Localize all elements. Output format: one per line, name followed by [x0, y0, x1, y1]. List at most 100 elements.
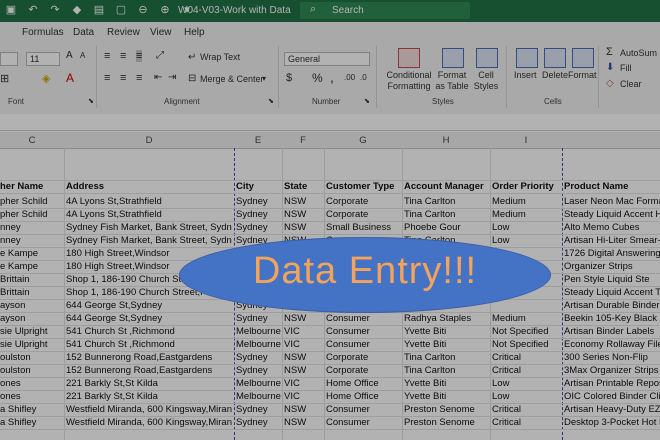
cell-customer-type[interactable]: Corporate — [326, 196, 400, 207]
wrap-text-button[interactable]: Wrap Text — [200, 52, 240, 62]
cell-account-manager[interactable]: Tina Carlton — [404, 196, 488, 207]
cell-customer-name[interactable]: a Shifley — [0, 417, 62, 428]
tab-review[interactable]: Review — [107, 27, 140, 38]
alignment-dialog-icon[interactable]: ⬊ — [268, 97, 274, 105]
delete-button[interactable]: Delete — [542, 70, 568, 80]
cell-address[interactable]: Sydney Fish Market, Bank Street, Sydney — [66, 235, 232, 246]
cell-product-name[interactable]: OIC Colored Binder Clips — [564, 391, 660, 402]
chevron-down-icon[interactable]: ▾ — [262, 74, 266, 83]
cell-city[interactable]: Sydney — [236, 209, 281, 220]
cell-customer-type[interactable]: Corporate — [326, 209, 400, 220]
cell-order-priority[interactable]: Low — [492, 222, 560, 233]
cell-customer-name[interactable]: ones — [0, 391, 62, 402]
align-left-icon[interactable]: ≡ — [104, 72, 110, 84]
wrap-text-icon[interactable]: ↵ — [188, 52, 196, 63]
cell-customer-type[interactable]: Consumer — [326, 404, 400, 415]
align-middle-icon[interactable]: ≡ — [120, 50, 126, 62]
cell-account-manager[interactable]: Radhya Staples — [404, 313, 488, 324]
cell-order-priority[interactable]: Medium — [492, 209, 560, 220]
cell-order-priority[interactable]: Not Specified — [492, 339, 560, 350]
delete-cells-icon[interactable] — [544, 48, 566, 68]
back-icon[interactable]: ⊖ — [136, 3, 150, 16]
cell-product-name[interactable]: Steady Liquid Accent Hig — [564, 209, 660, 220]
cell-account-manager[interactable]: Tina Carlton — [404, 352, 488, 363]
cell-product-name[interactable]: Artisan Binder Labels — [564, 326, 660, 337]
shrink-font-icon[interactable]: A — [80, 51, 85, 60]
header-customer-name[interactable]: her Name — [0, 181, 62, 192]
column-header-g[interactable]: G — [324, 135, 402, 146]
insert-cells-icon[interactable] — [516, 48, 538, 68]
cell-customer-name[interactable]: Brittain — [0, 287, 62, 298]
decrease-indent-icon[interactable]: ⇤ — [154, 72, 162, 83]
conditional-formatting-icon[interactable] — [398, 48, 420, 68]
cell-order-priority[interactable]: Not Specified — [492, 326, 560, 337]
clear-icon[interactable]: ◇ — [606, 78, 614, 89]
format-as-table-button[interactable]: Format as Table — [432, 70, 472, 92]
cell-customer-name[interactable]: e Kampe — [0, 261, 62, 272]
font-size-box[interactable]: 11 — [26, 52, 60, 66]
number-dialog-icon[interactable]: ⬊ — [364, 97, 370, 105]
cell-product-name[interactable]: Beekin 105-Key Black Ke — [564, 313, 660, 324]
forward-icon[interactable]: ⊕ — [158, 3, 172, 16]
cell-customer-name[interactable]: sie Ulpright — [0, 339, 62, 350]
cell-account-manager[interactable]: Preston Senome — [404, 417, 488, 428]
column-header-e[interactable]: E — [234, 135, 282, 146]
percent-icon[interactable]: % — [312, 71, 323, 85]
cell-customer-type[interactable]: Consumer — [326, 417, 400, 428]
cell-address[interactable]: 4A Lyons St,Strathfield — [66, 196, 232, 207]
cell-city[interactable]: Melbourne — [236, 326, 281, 337]
cell-product-name[interactable]: Pen Style Liquid Ste — [564, 274, 660, 285]
header-customer-type[interactable]: Customer Type — [326, 181, 400, 192]
cell-product-name[interactable]: Alto Memo Cubes — [564, 222, 660, 233]
cell-order-priority[interactable]: Critical — [492, 365, 560, 376]
grow-font-icon[interactable]: A — [66, 50, 73, 61]
cell-account-manager[interactable]: Yvette Biti — [404, 339, 488, 350]
borders-icon[interactable]: ⊞ — [0, 72, 9, 85]
merge-icon[interactable]: ⊟ — [188, 73, 196, 84]
cell-product-name[interactable]: Steady Liquid Accent Tan — [564, 287, 660, 298]
cell-customer-name[interactable]: nney — [0, 222, 62, 233]
cell-address[interactable]: 221 Barkly St,St Kilda — [66, 378, 232, 389]
cell-customer-name[interactable]: pher Schild — [0, 209, 62, 220]
header-city[interactable]: City — [236, 181, 281, 192]
header-address[interactable]: Address — [66, 181, 232, 192]
cell-city[interactable]: Sydney — [236, 365, 281, 376]
font-dialog-icon[interactable]: ⬊ — [88, 97, 94, 105]
cell-state[interactable]: NSW — [284, 209, 322, 220]
cell-state[interactable]: NSW — [284, 196, 322, 207]
align-bottom-icon[interactable]: ≡ — [136, 50, 143, 62]
cell-address[interactable]: 152 Bunnerong Road,Eastgardens — [66, 352, 232, 363]
cell-customer-name[interactable]: pher Schild — [0, 196, 62, 207]
column-header-f[interactable]: F — [282, 135, 324, 146]
increase-decimal-icon[interactable]: .00 — [344, 73, 355, 82]
cell-city[interactable]: Melbourne — [236, 339, 281, 350]
cell-order-priority[interactable]: Low — [492, 235, 560, 246]
align-top-icon[interactable]: ≡ — [104, 50, 110, 62]
number-format-box[interactable]: General — [284, 52, 370, 66]
tab-help[interactable]: Help — [184, 27, 205, 38]
cell-address[interactable]: 152 Bunnerong Road,Eastgardens — [66, 365, 232, 376]
cell-state[interactable]: NSW — [284, 404, 322, 415]
format-button[interactable]: Format — [568, 70, 597, 80]
cell-order-priority[interactable]: Low — [492, 378, 560, 389]
format-icon[interactable]: ▤ — [92, 3, 106, 16]
cell-product-name[interactable]: Artisan Durable Binders — [564, 300, 660, 311]
cell-customer-name[interactable]: ones — [0, 378, 62, 389]
cell-state[interactable]: NSW — [284, 313, 322, 324]
cell-city[interactable]: Sydney — [236, 196, 281, 207]
cell-customer-type[interactable]: Consumer — [326, 313, 400, 324]
cell-product-name[interactable]: Artisan Hi-Liter Smear-Sa — [564, 235, 660, 246]
cell-product-name[interactable]: Organizer Strips — [564, 261, 660, 272]
cell-product-name[interactable]: 1726 Digital Answering M — [564, 248, 660, 259]
cell-customer-name[interactable]: a Shifley — [0, 404, 62, 415]
cell-state[interactable]: NSW — [284, 417, 322, 428]
cell-customer-name[interactable]: Brittain — [0, 274, 62, 285]
cell-state[interactable]: VIC — [284, 326, 322, 337]
cell-styles-button[interactable]: Cell Styles — [470, 70, 502, 92]
cell-order-priority[interactable]: Low — [492, 391, 560, 402]
cell-account-manager[interactable]: Tina Carlton — [404, 209, 488, 220]
cell-address[interactable]: Westfield Miranda, 600 Kingsway,Miranda — [66, 417, 232, 428]
font-color-icon[interactable]: A — [66, 71, 74, 85]
tab-view[interactable]: View — [150, 27, 172, 38]
save-icon[interactable]: ▣ — [4, 3, 18, 16]
